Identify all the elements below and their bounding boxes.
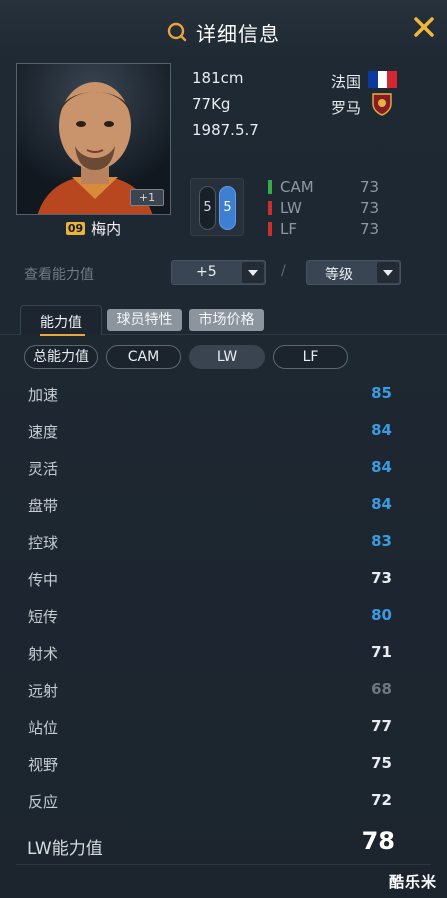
stat-name: 灵活 [28,460,59,478]
header: 详细信息 [0,0,447,58]
grade-select[interactable]: 等级 [306,260,401,285]
stat-value: 83 [371,532,392,550]
tab-label: 能力值 [40,315,82,331]
position-color-bar [268,180,272,194]
preferred-foot: 5 5 [190,178,244,236]
subtab-cam[interactable]: CAM [106,345,181,369]
flag-stripe-white [377,71,388,88]
stat-row: 远射 68 [0,672,447,709]
position-value: 73 [360,178,380,196]
position-total-value: 78 [361,827,395,855]
flag-stripe-red [387,71,398,88]
subtab-overall[interactable]: 总能力值 [24,345,98,369]
stat-row: 盘带 84 [0,487,447,524]
stat-name: 盘带 [28,497,59,515]
bottom-divider [16,864,431,865]
player-name-row: 09 梅内 [16,218,171,239]
stat-name: 站位 [28,719,59,737]
view-ability-label: 查看能力值 [24,267,94,283]
position-color-bar [268,222,272,236]
grade-value: 等级 [325,267,353,283]
stat-name: 视野 [28,756,59,774]
stat-name: 传中 [28,571,59,589]
player-club: 罗马 [331,99,362,117]
position-name: LW [280,199,302,217]
stat-row: 短传 80 [0,598,447,635]
stat-value: 72 [371,791,392,809]
position-value: 73 [360,220,380,238]
select-separator: / [281,263,286,279]
jersey-number: 09 [65,222,86,235]
player-height: 181cm [192,69,244,87]
player-name: 梅内 [91,220,122,238]
stat-row: 射术 71 [0,635,447,672]
stat-value: 73 [371,569,392,587]
stat-row: 灵活 84 [0,450,447,487]
page-title: 详细信息 [196,21,280,46]
tab-ability[interactable]: 能力值 [20,305,102,336]
upgrade-badge: +1 [130,189,164,206]
tab-player-traits[interactable]: 球员特性 [107,309,182,331]
stat-row: 加速 85 [0,376,447,413]
chevron-down-icon[interactable] [242,262,264,283]
stat-value: 85 [371,384,392,402]
stat-value: 80 [371,606,392,624]
stat-value: 71 [371,643,392,661]
close-icon[interactable] [411,14,437,40]
player-weight: 77Kg [192,95,231,113]
stat-name: 射术 [28,645,59,663]
position-total-label: LW能力值 [27,839,103,859]
player-detail-panel: 详细信息 +1 09 梅内 181cm 77Kg 1987.5.7 法国 罗马 … [0,0,447,898]
stat-name: 远射 [28,682,59,700]
stat-name: 加速 [28,386,59,404]
left-foot-rating: 5 [199,186,216,230]
watermark: 酷乐米 [388,873,437,891]
stat-row: 控球 83 [0,524,447,561]
position-row: LW 73 [268,199,388,219]
player-nationality: 法国 [331,73,362,91]
stat-name: 速度 [28,423,59,441]
active-tab-indicator [40,334,85,336]
subtab-lf[interactable]: LF [273,345,348,369]
position-color-bar [268,201,272,215]
stat-value: 68 [371,680,392,698]
stat-value: 84 [371,421,392,439]
stat-name: 控球 [28,534,59,552]
position-row: LF 73 [268,220,388,240]
stat-value: 84 [371,495,392,513]
position-name: LF [280,220,297,238]
title-wrap: 详细信息 [166,18,280,46]
stat-row: 视野 75 [0,746,447,783]
stat-row: 站位 77 [0,709,447,746]
stat-name: 短传 [28,608,59,626]
club-crest-icon [372,93,392,116]
stat-row: 传中 73 [0,561,447,598]
player-portrait: +1 [16,63,171,215]
flag-stripe-blue [368,71,378,88]
enhance-level-value: +5 [196,264,217,280]
stat-value: 75 [371,754,392,772]
enhance-level-select[interactable]: +5 [171,260,266,285]
stat-row: 反应 72 [0,783,447,820]
right-foot-rating: 5 [219,186,236,230]
stat-row: 速度 84 [0,413,447,450]
position-value: 73 [360,199,380,217]
france-flag-icon [368,71,398,88]
position-row: CAM 73 [268,178,388,198]
stat-value: 77 [371,717,392,735]
chevron-down-icon[interactable] [377,262,399,283]
tab-market-price[interactable]: 市场价格 [189,309,264,331]
stat-name: 反应 [28,793,59,811]
search-icon [167,22,187,42]
stat-value: 84 [371,458,392,476]
subtab-lw[interactable]: LW [189,345,265,369]
position-name: CAM [280,178,314,196]
player-birthdate: 1987.5.7 [192,121,259,139]
